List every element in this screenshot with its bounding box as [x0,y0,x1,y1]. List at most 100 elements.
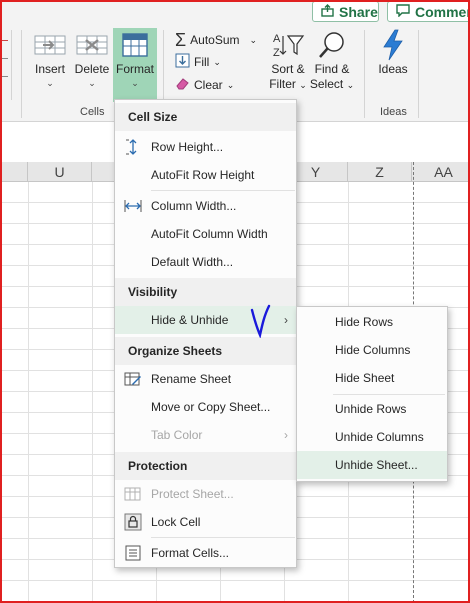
visibility-header: Visibility [115,278,296,306]
default-width-item[interactable]: Default Width... [115,248,296,276]
find-select-label-1: Find & [314,62,350,76]
fill-button[interactable]: Fill ⌄ [175,52,221,72]
rename-sheet-icon [115,371,151,387]
fill-label: Fill [194,55,210,69]
comments-button[interactable]: Comments [387,1,470,22]
column-header-u[interactable]: U [28,162,92,182]
autosum-button[interactable]: Σ AutoSum ⌄ [175,30,257,50]
sort-filter-label-2-row: Filter ⌄ [269,77,307,93]
svg-text:A: A [273,33,281,45]
share-label: Share [339,3,378,20]
hide-unhide-submenu: Hide Rows Hide Columns Hide Sheet Unhide… [296,306,448,482]
delete-button[interactable]: Delete ⌄ [73,28,111,102]
column-header-partial[interactable] [0,162,28,182]
unhide-rows-item[interactable]: Unhide Rows [297,395,447,423]
chevron-down-icon: ⌄ [88,78,96,88]
handwritten-checkmark-annotation [250,304,271,338]
autofit-column-width-item[interactable]: AutoFit Column Width [115,220,296,248]
protection-header: Protection [115,452,296,480]
ribbon-left-edge [0,30,12,100]
protect-sheet-icon [115,486,151,502]
find-select-label-2: Select [309,77,344,91]
row-height-label: Row Height... [151,140,224,154]
format-cells-icon [120,28,150,62]
insert-cells-icon [33,28,67,62]
hide-unhide-label: Hide & Unhide [151,313,229,327]
hide-columns-item[interactable]: Hide Columns [297,336,447,364]
lock-cell-item[interactable]: Lock Cell [115,508,296,536]
hide-sheet-item[interactable]: Hide Sheet [297,364,447,392]
sigma-icon: Σ [175,30,187,50]
gridline [92,182,93,603]
tab-color-label: Tab Color [151,428,203,442]
autofit-column-width-label: AutoFit Column Width [151,227,268,241]
cell-size-header: Cell Size [115,103,296,131]
delete-label: Delete [74,62,110,76]
sort-filter-label-1: Sort & [271,62,305,76]
cells-group-label: Cells [80,106,105,118]
chevron-down-icon: ⌄ [249,34,258,45]
sort-filter-button[interactable]: AZ Sort & Filter ⌄ [266,28,310,102]
svg-text:Z: Z [273,47,280,59]
autofit-row-height-item[interactable]: AutoFit Row Height [115,161,296,189]
move-copy-sheet-item[interactable]: Move or Copy Sheet... [115,393,296,421]
format-label: Format [115,62,154,76]
ideas-group-label: Ideas [380,106,407,118]
lightning-icon [380,28,406,62]
protect-sheet-item[interactable]: Protect Sheet... [115,480,296,508]
column-header-z[interactable]: Z [348,162,412,182]
comments-label: Comments [415,3,470,20]
ribbon-separator [364,30,365,118]
insert-button[interactable]: Insert ⌄ [30,28,70,102]
clear-label: Clear [194,78,223,92]
delete-cells-icon [75,28,109,62]
magnifier-icon [317,28,347,62]
hide-rows-item[interactable]: Hide Rows [297,308,447,336]
column-width-label: Column Width... [151,199,237,213]
sort-filter-label-2: Filter [269,77,296,91]
row-height-icon [115,139,151,155]
format-cells-dialog-icon [115,545,151,561]
chevron-down-icon: ⌄ [213,56,221,67]
find-select-label-2-row: Select ⌄ [310,77,354,93]
organize-sheets-header: Organize Sheets [115,337,296,365]
menu-separator [151,537,295,538]
chevron-down-icon: ⌄ [46,78,54,88]
ideas-button[interactable]: Ideas [372,28,414,102]
format-cells-item[interactable]: Format Cells... [115,539,296,567]
find-select-button[interactable]: Find & Select ⌄ [309,28,355,102]
protect-sheet-label: Protect Sheet... [151,487,234,501]
rename-sheet-item[interactable]: Rename Sheet [115,365,296,393]
lock-cell-label: Lock Cell [151,515,201,529]
default-width-label: Default Width... [151,255,234,269]
row-height-item[interactable]: Row Height... [115,133,296,161]
column-width-item[interactable]: Column Width... [115,192,296,220]
comment-icon [396,3,410,20]
tab-color-item[interactable]: Tab Color › [115,421,296,449]
share-button[interactable]: Share [312,1,379,22]
chevron-right-icon: › [284,313,288,327]
lock-icon [115,513,151,531]
column-width-icon [115,199,151,213]
sort-filter-icon: AZ [271,28,305,62]
ideas-label: Ideas [378,62,408,76]
title-bar: Share Comments [0,0,470,26]
chevron-down-icon: ⌄ [346,80,355,90]
ribbon-separator [418,30,419,118]
autosum-label: AutoSum [190,33,240,47]
insert-label: Insert [34,62,65,76]
column-header-aa[interactable]: AA [412,162,470,182]
format-cells-label: Format Cells... [151,546,230,560]
format-button[interactable]: Format ⌄ [113,28,157,102]
fill-down-icon [175,53,190,71]
share-icon [321,3,334,20]
clear-button[interactable]: Clear ⌄ [175,75,234,95]
eraser-icon [175,76,190,94]
gridline [28,182,29,603]
unhide-sheet-item[interactable]: Unhide Sheet... [297,451,447,479]
chevron-down-icon: ⌄ [226,79,235,90]
chevron-down-icon: ⌄ [299,80,307,90]
chevron-down-icon: ⌄ [131,78,139,88]
move-copy-sheet-label: Move or Copy Sheet... [151,400,271,414]
unhide-columns-item[interactable]: Unhide Columns [297,423,447,451]
